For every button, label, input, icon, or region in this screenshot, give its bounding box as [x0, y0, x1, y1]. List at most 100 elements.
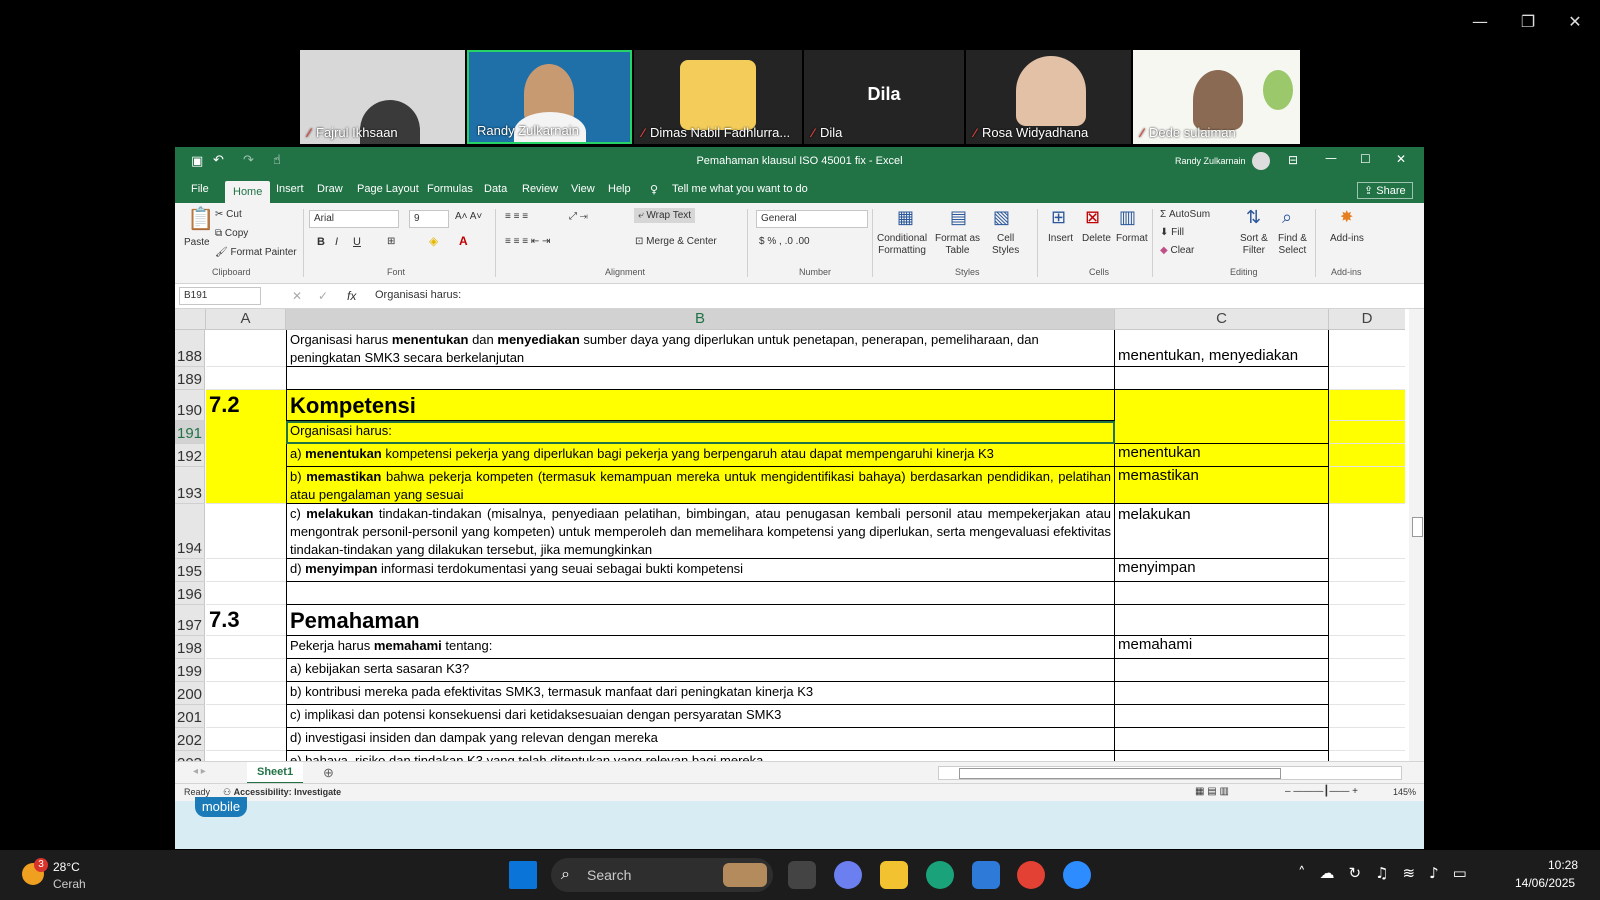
cell-c[interactable]: menentukan, menyediakan	[1115, 330, 1329, 367]
function-icon[interactable]: fx	[347, 289, 356, 303]
fill-color-icon[interactable]: ◈	[429, 234, 438, 248]
row-header[interactable]: 202	[175, 728, 205, 751]
temperature[interactable]: 28°C	[53, 860, 80, 874]
cell-a[interactable]	[206, 559, 286, 582]
merge-center-button[interactable]: ⊡ Merge & Center	[635, 236, 717, 247]
addins-button[interactable]: Add-ins	[1330, 233, 1364, 244]
insert-cells-button[interactable]: Insert	[1048, 233, 1073, 244]
participant-tile-rosa[interactable]: ⁄ Rosa Widyadhana	[966, 50, 1131, 144]
copilot-icon[interactable]	[834, 861, 862, 889]
tab-review[interactable]: Review	[522, 183, 558, 195]
find-select-button[interactable]: Find & Select	[1278, 233, 1307, 257]
paste-button[interactable]: Paste	[184, 237, 210, 248]
cell-b[interactable]: b) kontribusi mereka pada efektivitas SM…	[286, 682, 1115, 705]
clear-button[interactable]: ◆ Clear	[1160, 245, 1194, 256]
autosum-button[interactable]: Σ AutoSum	[1160, 209, 1210, 220]
cell-c[interactable]: melakukan	[1115, 504, 1329, 559]
underline-button[interactable]: U	[353, 236, 361, 248]
cell-c[interactable]	[1115, 367, 1329, 390]
task-view-icon[interactable]	[788, 861, 816, 889]
cell-a[interactable]	[206, 330, 286, 367]
cell-a[interactable]	[206, 504, 286, 559]
add-sheet-icon[interactable]: ⊕	[323, 765, 334, 781]
italic-button[interactable]: I	[335, 236, 338, 248]
start-icon[interactable]	[509, 861, 537, 889]
sheet-nav-arrows[interactable]: ◂ ▸	[193, 766, 206, 777]
font-name-box[interactable]: Arial	[309, 210, 399, 228]
cell-d[interactable]	[1329, 728, 1405, 751]
zoom-level[interactable]: 145%	[1393, 787, 1416, 797]
enter-icon[interactable]: ✓	[318, 289, 328, 303]
font-color-icon[interactable]: A	[459, 234, 468, 248]
cell-d[interactable]	[1329, 444, 1405, 467]
ribbon-display-icon[interactable]: ⊟	[1288, 153, 1298, 167]
fill-button[interactable]: ⬇ Fill	[1160, 227, 1184, 238]
cell-b[interactable]: a) menentukan kompetensi pekerja yang di…	[286, 444, 1115, 467]
cell-b[interactable]: e) bahaya, risiko dan tindakan K3 yang t…	[286, 751, 1115, 761]
formula-input[interactable]: Organisasi harus:	[375, 289, 461, 301]
normal-view-icon[interactable]: ▦ ▤ ▥	[1195, 786, 1229, 797]
cell-b[interactable]	[286, 582, 1115, 605]
row-header[interactable]: 194	[175, 504, 205, 559]
name-box[interactable]: B191	[179, 287, 261, 305]
cell-b[interactable]: Kompetensi	[286, 390, 1115, 421]
window-minimize-icon[interactable]: —	[1325, 151, 1337, 165]
tell-me-search[interactable]: Tell me what you want to do	[672, 183, 808, 195]
cell-a[interactable]	[206, 467, 286, 504]
cell-a[interactable]: 7.2	[206, 390, 286, 421]
cell-c[interactable]	[1115, 421, 1329, 444]
cell-a[interactable]	[206, 705, 286, 728]
format-as-table-button[interactable]: Format as Table	[935, 233, 980, 257]
store-icon[interactable]	[972, 861, 1000, 889]
cell-b[interactable]: c) melakukan tindakan-tindakan (misalnya…	[286, 504, 1115, 559]
row-header[interactable]: 201	[175, 705, 205, 728]
cell-b[interactable]: b) memastikan bahwa pekerja kompeten (te…	[286, 467, 1115, 504]
cell-c[interactable]: menyimpan	[1115, 559, 1329, 582]
align-left-icon[interactable]: ≡ ≡ ≡ ⇤ ⇥	[505, 236, 550, 247]
horizontal-scrollbar[interactable]	[938, 766, 1402, 780]
cell-c[interactable]	[1115, 659, 1329, 682]
cell-d[interactable]	[1329, 636, 1405, 659]
cell-c[interactable]: memahami	[1115, 636, 1329, 659]
cell-a[interactable]	[206, 682, 286, 705]
select-all-corner[interactable]	[175, 309, 206, 330]
search-box[interactable]: ⌕ Search	[551, 858, 773, 892]
column-header-b[interactable]: B	[286, 309, 1115, 330]
delete-cells-button[interactable]: Delete	[1082, 233, 1111, 244]
row-header[interactable]: 189	[175, 367, 205, 390]
cell-c[interactable]: menentukan	[1115, 444, 1329, 467]
minimize-button[interactable]: —	[1460, 10, 1500, 34]
cell-a[interactable]	[206, 751, 286, 761]
user-avatar[interactable]	[1252, 152, 1270, 170]
edge-icon[interactable]	[926, 861, 954, 889]
cell-c[interactable]	[1115, 682, 1329, 705]
cell-c[interactable]	[1115, 390, 1329, 421]
cell-d[interactable]	[1329, 659, 1405, 682]
zoom-slider[interactable]: – ———┃—— +	[1285, 786, 1358, 797]
row-header[interactable]: 200	[175, 682, 205, 705]
clock-date[interactable]: 14/06/2025	[1515, 876, 1575, 890]
tab-file[interactable]: File	[191, 183, 209, 195]
format-painter-button[interactable]: 🖌 Format Painter	[215, 247, 297, 258]
cell-c[interactable]	[1115, 705, 1329, 728]
file-explorer-icon[interactable]	[880, 861, 908, 889]
row-header[interactable]: 191	[175, 421, 205, 444]
participant-tile-dimas[interactable]: ⁄ Dimas Nabil Fadhlurra...	[634, 50, 802, 144]
cell-a[interactable]	[206, 582, 286, 605]
format-cells-button[interactable]: Format	[1116, 233, 1148, 244]
column-header-a[interactable]: A	[206, 309, 286, 330]
align-top-icon[interactable]: ≡ ≡ ≡	[505, 211, 528, 222]
spreadsheet-grid[interactable]: A B C D 188 Organisasi harus menentukan …	[175, 309, 1405, 761]
participant-tile-randy[interactable]: Randy Zulkarnain	[467, 50, 632, 144]
font-size-box[interactable]: 9	[409, 210, 449, 228]
row-header[interactable]: 198	[175, 636, 205, 659]
cell-b[interactable]: d) menyimpan informasi terdokumentasi ya…	[286, 559, 1115, 582]
cancel-icon[interactable]: ✕	[292, 289, 302, 303]
chrome-icon[interactable]	[1017, 861, 1045, 889]
h-scroll-thumb[interactable]	[959, 768, 1281, 779]
vertical-scrollbar[interactable]	[1409, 309, 1424, 761]
row-header[interactable]: 190	[175, 390, 205, 421]
cell-a[interactable]	[206, 636, 286, 659]
cell-b[interactable]: Pekerja harus memahami tentang:	[286, 636, 1115, 659]
row-header[interactable]: 203	[175, 751, 205, 761]
